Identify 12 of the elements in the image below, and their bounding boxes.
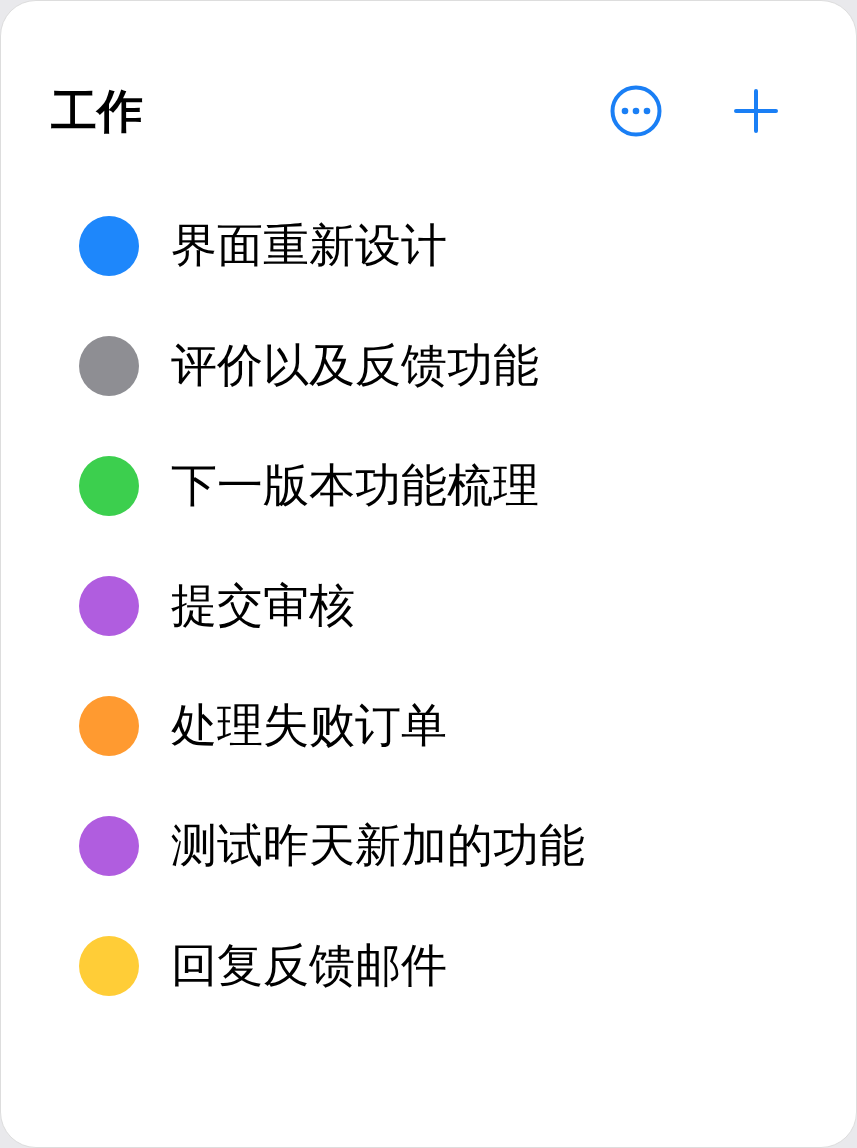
list-item[interactable]: 回复反馈邮件 xyxy=(171,938,447,994)
plus-icon xyxy=(734,89,778,133)
list-title: 工作 xyxy=(51,88,144,134)
list-item[interactable]: 评价以及反馈功能 xyxy=(171,338,539,394)
list-item[interactable]: 界面重新设计 xyxy=(171,218,447,274)
list-item[interactable]: 下一版本功能梳理 xyxy=(171,458,539,514)
list-item[interactable]: 测试昨天新加的功能 xyxy=(171,818,585,874)
list-item[interactable]: 处理失败订单 xyxy=(171,698,447,754)
add-button[interactable] xyxy=(734,89,778,133)
list-item[interactable]: 提交审核 xyxy=(171,578,355,634)
more-button[interactable] xyxy=(610,85,662,137)
more-icon xyxy=(610,85,662,137)
